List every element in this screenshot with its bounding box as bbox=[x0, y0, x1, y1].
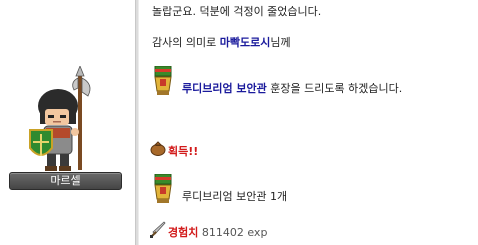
exp-label: 경험치 bbox=[168, 226, 199, 239]
dialog-line-2-prefix: 감사의 의미로 bbox=[152, 36, 220, 49]
obtain-label: 획득!! bbox=[168, 145, 199, 158]
medal-icon bbox=[154, 66, 172, 95]
panel-divider bbox=[135, 0, 139, 245]
dialog-line-2-suffix: 님께 bbox=[270, 36, 291, 49]
medal-icon-received bbox=[154, 174, 172, 203]
exp-line: 경험치 811402 exp bbox=[168, 226, 267, 240]
npc-panel: 마르셀 bbox=[0, 0, 134, 245]
reward-item-name: 루디브리엄 보안관 bbox=[182, 82, 267, 95]
exp-value: 811402 exp bbox=[201, 226, 268, 239]
item-received: 루디브리엄 보안관 1개 bbox=[182, 190, 288, 203]
player-name: 마빡도로시 bbox=[219, 36, 271, 49]
npc-guard-sprite bbox=[29, 66, 91, 171]
reward-line-suffix: 훈장을 드리도록 하겠습니다. bbox=[266, 82, 403, 95]
sword-icon bbox=[150, 221, 166, 238]
reward-line: 루디브리엄 보안관 훈장을 드리도록 하겠습니다. bbox=[182, 82, 402, 96]
dialog-line-2: 감사의 의미로 마빡도로시님께 bbox=[152, 36, 291, 50]
money-bag-icon bbox=[150, 141, 166, 156]
npc-nameplate: 마르셀 bbox=[9, 172, 122, 190]
dialog-text-area: 놀랍군요. 덕분에 걱정이 줄었습니다. 감사의 의미로 마빡도로시님께 루디브… bbox=[150, 0, 475, 245]
dialog-line-1: 놀랍군요. 덕분에 걱정이 줄었습니다. bbox=[152, 5, 322, 18]
